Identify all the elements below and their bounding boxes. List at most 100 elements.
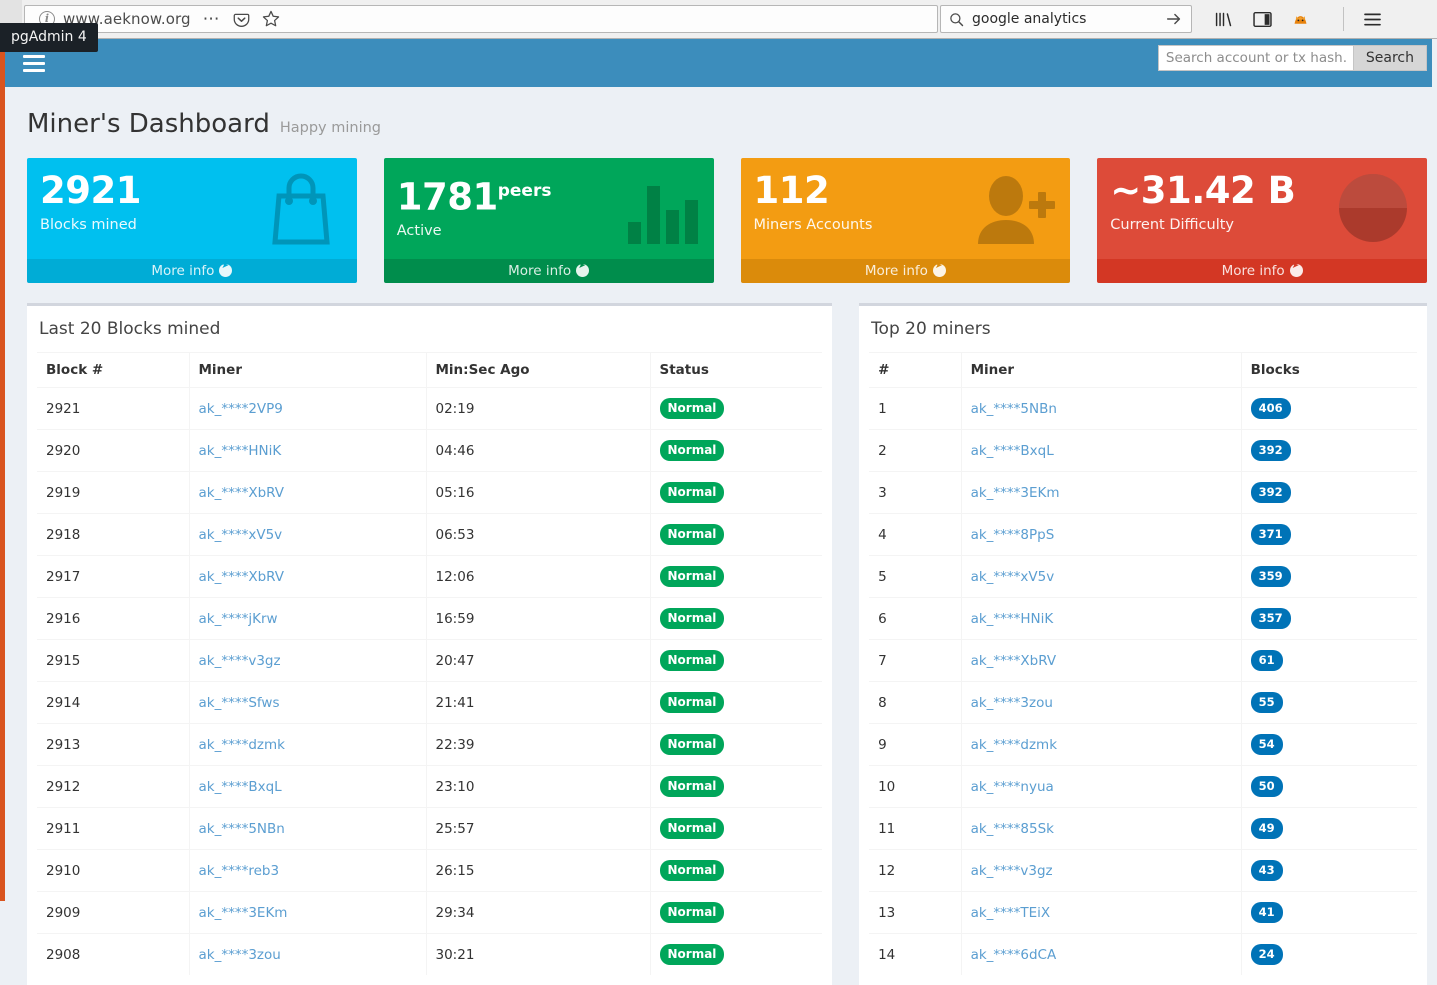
more-info-link[interactable]: More info xyxy=(740,259,1071,283)
star-icon[interactable] xyxy=(262,10,280,28)
cell-status: Normal xyxy=(650,639,823,682)
more-info-label: More info xyxy=(508,263,572,279)
miner-link[interactable]: ak_****3EKm xyxy=(971,485,1060,501)
cell-blocks: 41 xyxy=(1241,891,1417,934)
sidebar-icon[interactable] xyxy=(1253,11,1272,28)
miner-link[interactable]: ak_****3zou xyxy=(199,947,281,963)
blocks-badge: 371 xyxy=(1250,524,1291,545)
table-row: 2916 ak_****jKrw 16:59 Normal xyxy=(37,597,823,640)
cell-status: Normal xyxy=(650,891,823,934)
stat-card-active-peers: 1781peers Active More info xyxy=(383,158,714,283)
cell-block: 2921 xyxy=(37,387,190,430)
cell-block: 2914 xyxy=(37,681,190,724)
table-head: Block # Miner Min:Sec Ago Status xyxy=(37,352,823,388)
fox-extension-icon[interactable] xyxy=(1292,11,1309,28)
miner-link[interactable]: ak_****TEiX xyxy=(971,905,1051,921)
table-row: 12 ak_****v3gz 43 xyxy=(869,849,1417,892)
cell-block: 2912 xyxy=(37,765,190,808)
cell-blocks: 49 xyxy=(1241,807,1417,850)
cell-status: Normal xyxy=(650,555,823,598)
miner-link[interactable]: ak_****HNiK xyxy=(971,611,1054,627)
more-info-link[interactable]: More info xyxy=(383,259,714,283)
miner-link[interactable]: ak_****8PpS xyxy=(971,527,1055,543)
cell-block: 2913 xyxy=(37,723,190,766)
table-row: 7 ak_****XbRV 61 xyxy=(869,639,1417,682)
cell-block: 2911 xyxy=(37,807,190,850)
last-blocks-box: Last 20 Blocks mined Block # Miner Min:S… xyxy=(27,303,833,985)
cell-miner: ak_****v3gz xyxy=(189,639,427,682)
cell-ago: 16:59 xyxy=(426,597,651,640)
cell-rank: 14 xyxy=(869,933,962,975)
cell-miner: ak_****3zou xyxy=(961,681,1242,724)
cell-ago: 29:34 xyxy=(426,891,651,934)
cell-miner: ak_****6dCA xyxy=(961,933,1242,975)
cell-ago: 22:39 xyxy=(426,723,651,766)
miner-link[interactable]: ak_****v3gz xyxy=(199,653,281,669)
table-header-row: # Miner Blocks xyxy=(869,352,1417,388)
miner-link[interactable]: ak_****HNiK xyxy=(199,443,282,459)
miner-link[interactable]: ak_****XbRV xyxy=(971,653,1057,669)
table-row: 2913 ak_****dzmk 22:39 Normal xyxy=(37,723,823,766)
miner-link[interactable]: ak_****v3gz xyxy=(971,863,1053,879)
search-button[interactable]: Search xyxy=(1353,45,1427,71)
status-badge: Normal xyxy=(659,776,725,797)
miner-link[interactable]: ak_****Sfws xyxy=(199,695,280,711)
table-row: 3 ak_****3EKm 392 xyxy=(869,471,1417,514)
miner-link[interactable]: ak_****jKrw xyxy=(199,611,278,627)
miner-link[interactable]: ak_****6dCA xyxy=(971,947,1057,963)
cell-miner: ak_****nyua xyxy=(961,765,1242,808)
pocket-icon[interactable] xyxy=(233,11,250,28)
page-actions-icon[interactable]: ⋯ xyxy=(203,11,221,28)
miner-link[interactable]: ak_****5NBn xyxy=(971,401,1057,417)
cell-miner: ak_****8PpS xyxy=(961,513,1242,556)
more-info-link[interactable]: More info xyxy=(27,259,357,283)
status-badge: Normal xyxy=(659,902,725,923)
miner-link[interactable]: ak_****reb3 xyxy=(199,863,280,879)
table-row: 5 ak_****xV5v 359 xyxy=(869,555,1417,598)
cell-miner: ak_****HNiK xyxy=(189,429,427,472)
more-info-label: More info xyxy=(1221,263,1285,279)
cell-ago: 25:57 xyxy=(426,807,651,850)
miner-link[interactable]: ak_****85Sk xyxy=(971,821,1054,837)
miner-link[interactable]: ak_****2VP9 xyxy=(199,401,283,417)
more-info-link[interactable]: More info xyxy=(1097,259,1427,283)
cell-ago: 21:41 xyxy=(426,681,651,724)
miner-link[interactable]: ak_****3EKm xyxy=(199,905,288,921)
cell-block: 2920 xyxy=(37,429,190,472)
blocks-badge: 54 xyxy=(1250,734,1283,755)
cell-rank: 12 xyxy=(869,849,962,892)
miner-link[interactable]: ak_****BxqL xyxy=(971,443,1054,459)
arrow-circle-right-icon xyxy=(932,260,946,277)
miner-link[interactable]: ak_****nyua xyxy=(971,779,1054,795)
more-info-label: More info xyxy=(864,263,928,279)
library-icon[interactable] xyxy=(1214,11,1233,28)
table-row: 2921 ak_****2VP9 02:19 Normal xyxy=(37,387,823,430)
url-bar[interactable]: i www.aeknow.org ⋯ xyxy=(24,5,938,33)
miner-link[interactable]: ak_****xV5v xyxy=(199,527,283,543)
miner-link[interactable]: ak_****5NBn xyxy=(199,821,285,837)
miner-link[interactable]: ak_****BxqL xyxy=(199,779,282,795)
table-row: 2910 ak_****reb3 26:15 Normal xyxy=(37,849,823,892)
cell-blocks: 371 xyxy=(1241,513,1417,556)
arrow-circle-right-icon xyxy=(1289,260,1303,277)
miner-link[interactable]: ak_****XbRV xyxy=(199,569,285,585)
table-row: 9 ak_****dzmk 54 xyxy=(869,723,1417,766)
miner-link[interactable]: ak_****xV5v xyxy=(971,569,1055,585)
browser-search-bar[interactable]: google analytics xyxy=(940,5,1192,33)
miner-link[interactable]: ak_****XbRV xyxy=(199,485,285,501)
cell-block: 2917 xyxy=(37,555,190,598)
cell-ago: 02:19 xyxy=(426,387,651,430)
cell-ago: 05:16 xyxy=(426,471,651,514)
blocks-badge: 392 xyxy=(1250,482,1291,503)
cell-miner: ak_****reb3 xyxy=(189,849,427,892)
cell-blocks: 55 xyxy=(1241,681,1417,724)
miner-link[interactable]: ak_****dzmk xyxy=(971,737,1057,753)
cell-miner: ak_****BxqL xyxy=(189,765,427,808)
search-input[interactable] xyxy=(1157,45,1354,71)
hamburger-icon[interactable] xyxy=(23,55,45,72)
miner-link[interactable]: ak_****3zou xyxy=(971,695,1053,711)
hamburger-menu-icon[interactable] xyxy=(1364,12,1381,27)
cell-block: 2915 xyxy=(37,639,190,682)
arrow-right-icon[interactable] xyxy=(1165,10,1183,28)
miner-link[interactable]: ak_****dzmk xyxy=(199,737,285,753)
